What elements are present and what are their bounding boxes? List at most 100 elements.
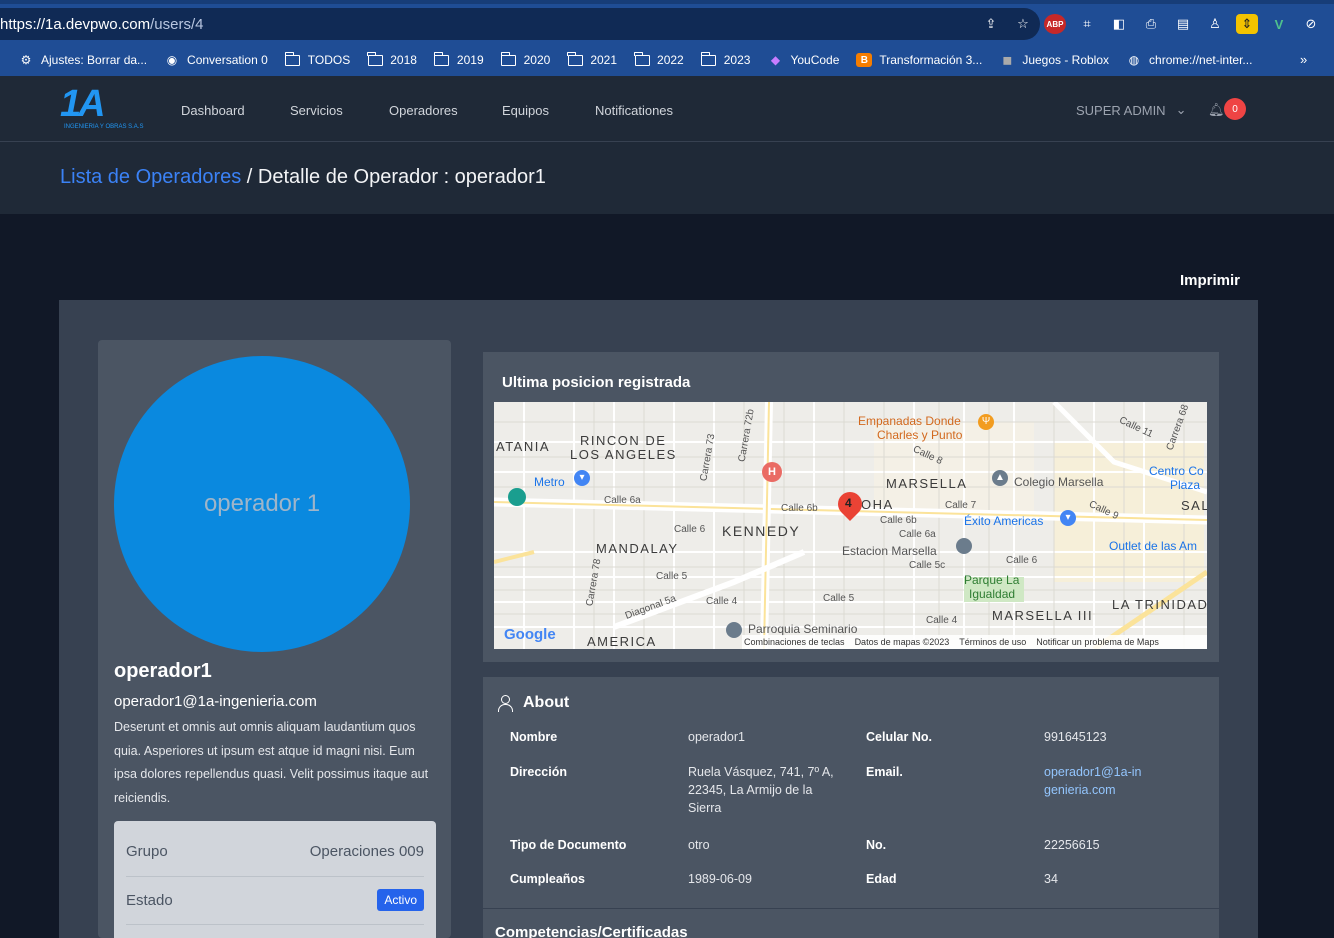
field-value: operador1: [688, 730, 745, 744]
bookmark-label: chrome://net-inter...: [1149, 53, 1253, 67]
arrows-extension-icon[interactable]: ⇕: [1236, 14, 1258, 34]
map-label: RINCON DE: [580, 433, 667, 448]
divider: [126, 876, 424, 877]
globe-icon: ◍: [1128, 53, 1140, 67]
hospital-icon[interactable]: H: [762, 462, 782, 482]
bell-icon[interactable]: 🔔︎: [1208, 102, 1225, 118]
page-header: Lista de Operadores / Detalle de Operado…: [0, 142, 1334, 214]
profile-name: operador1: [114, 660, 212, 682]
map-data-label: Datos de mapas ©2023: [854, 637, 950, 647]
url-text[interactable]: https://1a.devpwo.com/users/4: [0, 16, 203, 33]
competencias-section: Competencias/Certificadas: [483, 908, 1219, 938]
restaurant-icon[interactable]: Ψ: [978, 414, 994, 430]
folder-icon: [634, 51, 650, 67]
avatar-text: operador 1: [203, 490, 321, 517]
nav-equipos[interactable]: Equipos: [502, 103, 549, 118]
folder-icon: [567, 51, 583, 67]
bookmark-item[interactable]: ◼ Juegos - Roblox: [999, 53, 1109, 67]
notification-count-badge[interactable]: 0: [1224, 98, 1246, 120]
compass-extension-icon[interactable]: ⊘: [1300, 14, 1322, 34]
shopping-icon[interactable]: ▾: [574, 470, 590, 486]
folder-icon: [500, 51, 517, 67]
about-heading: About: [497, 694, 569, 712]
map-label: Empanadas Donde: [858, 414, 961, 428]
field-label: Dirección: [510, 765, 567, 779]
breadcrumb-current: Detalle de Operador : operador1: [257, 166, 546, 188]
bookmark-item[interactable]: 2019: [433, 51, 484, 67]
bookmark-item[interactable]: ◆ YouCode: [767, 53, 840, 67]
map-label: OHA: [861, 497, 894, 512]
map-label: Calle 6: [1006, 555, 1038, 566]
user-menu[interactable]: SUPER ADMIN ⌄: [1076, 102, 1186, 118]
company-logo[interactable]: 1A INGENIERIA Y OBRAS S.A.S: [60, 84, 143, 132]
map-label: KENNEDY: [722, 523, 801, 539]
bookmark-item[interactable]: 2022: [634, 51, 684, 67]
bookmark-item[interactable]: ⚙ Ajustes: Borrar da...: [18, 53, 147, 67]
breadcrumb-operadores-link[interactable]: Lista de Operadores: [60, 166, 241, 188]
email-link[interactable]: operador1@1a-ingenieria.com: [1044, 763, 1144, 799]
bookmark-item[interactable]: TODOS: [284, 51, 350, 67]
map-label: Igualdad: [969, 587, 1016, 601]
field-label: Cumpleaños: [510, 872, 586, 886]
map-label: Parroquia Seminario: [748, 622, 858, 636]
map-label: Calle 6a: [604, 495, 641, 506]
field-value: 991645123: [1044, 730, 1107, 744]
bookmarks-overflow-icon[interactable]: »: [1300, 52, 1307, 67]
avatar: operador 1: [114, 356, 410, 652]
bookmark-item[interactable]: 2023: [700, 51, 750, 67]
print-button[interactable]: Imprimir: [1180, 272, 1240, 289]
map-label: Metro: [534, 475, 565, 489]
nav-dashboard[interactable]: Dashboard: [181, 103, 245, 118]
map-label: Éxito Americas: [964, 514, 1044, 528]
map-title: Ultima posicion registrada: [502, 374, 691, 391]
bookmark-item[interactable]: 2020: [500, 51, 550, 67]
bookmark-label: Juegos - Roblox: [1022, 53, 1110, 67]
bookmark-item[interactable]: 2018: [367, 51, 417, 67]
bookmark-item[interactable]: ◍ chrome://net-inter...: [1126, 53, 1253, 67]
logo-tagline: INGENIERIA Y OBRAS S.A.S: [64, 124, 144, 130]
folder-icon: [433, 51, 450, 67]
map-label: AMERICA: [587, 634, 657, 649]
church-icon[interactable]: [726, 622, 742, 638]
place-icon[interactable]: [956, 538, 972, 554]
nav-servicios[interactable]: Servicios: [290, 103, 343, 118]
shopping-icon[interactable]: ▾: [1060, 510, 1076, 526]
terms-link[interactable]: Términos de uso: [959, 637, 1026, 647]
folder-icon: [284, 51, 301, 67]
map-label: Calle 6a: [899, 529, 936, 540]
transit-icon[interactable]: [508, 488, 526, 506]
map-label: Plaza: [1170, 478, 1201, 492]
bookmark-item[interactable]: 2021: [567, 51, 617, 67]
vue-devtools-icon[interactable]: V: [1268, 14, 1290, 34]
map-label: Calle 5c: [909, 560, 946, 571]
map-label: Calle 5: [823, 593, 855, 604]
nav-operadores[interactable]: Operadores: [389, 103, 458, 118]
report-problem-link[interactable]: Notificar un problema de Maps: [1036, 637, 1159, 647]
adblock-icon[interactable]: ABP: [1044, 14, 1066, 34]
printer-extension-icon[interactable]: ⎙: [1140, 14, 1162, 34]
map-label: LOS ANGELES: [570, 447, 677, 462]
code-extension-icon[interactable]: ◧: [1108, 14, 1130, 34]
star-icon[interactable]: ☆: [1012, 14, 1034, 34]
bookmark-item[interactable]: ◉ Conversation 0: [164, 53, 268, 67]
map-label: Charles y Punto: [877, 428, 963, 442]
map-label: Calle 6b: [880, 515, 917, 526]
bookmark-item[interactable]: B Transformación 3...: [856, 53, 982, 67]
keyboard-shortcuts-link[interactable]: Combinaciones de teclas: [744, 637, 845, 647]
field-label: Edad: [866, 872, 897, 886]
map-label: MANDALAY: [596, 541, 679, 556]
map-footer: Combinaciones de teclas Datos de mapas ©…: [742, 635, 1207, 649]
person-extension-icon[interactable]: ♙: [1204, 14, 1226, 34]
document-extension-icon[interactable]: ▤: [1172, 14, 1194, 34]
translate-extension-icon[interactable]: ⌗: [1076, 14, 1098, 34]
share-icon[interactable]: ⇪: [980, 14, 1002, 34]
location-map[interactable]: ATANIA RINCON DE LOS ANGELES KENNEDY MAN…: [494, 402, 1207, 649]
map-label: Calle 6b: [781, 503, 818, 514]
blogger-icon: B: [856, 53, 873, 67]
nav-notificationes[interactable]: Notificationes: [595, 103, 673, 118]
profile-info-list: Grupo Operaciones 009 Estado Activo: [114, 821, 436, 938]
map-label: MARSELLA: [886, 476, 968, 491]
school-icon[interactable]: ▲: [992, 470, 1008, 486]
map-label: Centro Co: [1149, 464, 1204, 478]
gear-icon: ⚙: [20, 53, 32, 67]
